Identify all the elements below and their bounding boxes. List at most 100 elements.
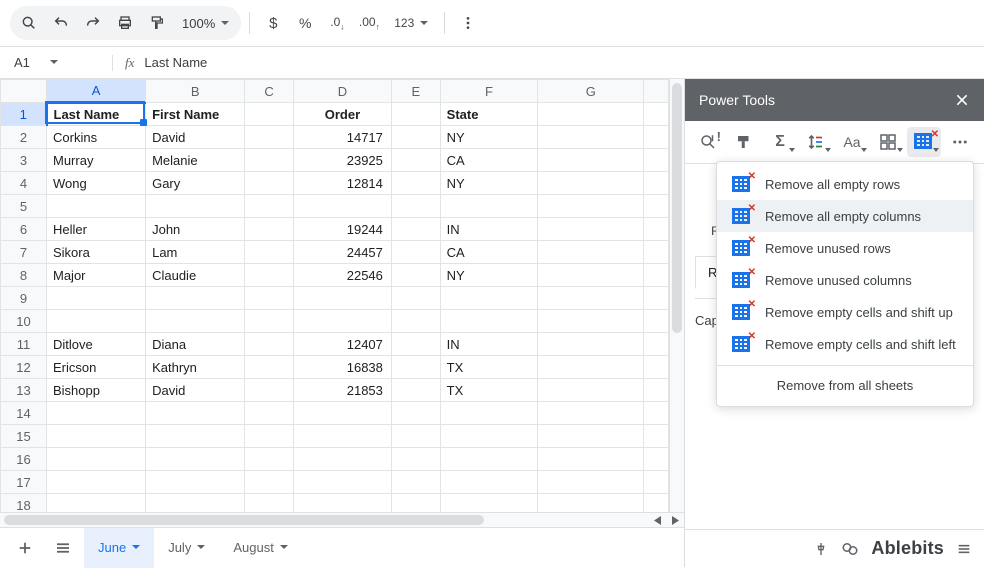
dd-item[interactable]: ✕ Remove all empty rows [717, 168, 973, 200]
row-header-12[interactable]: 12 [1, 356, 47, 379]
cell-F6[interactable]: IN [440, 218, 538, 241]
cell-E11[interactable] [391, 333, 440, 356]
smart-cleanup-tool[interactable]: ! [691, 127, 725, 157]
cell-end14[interactable] [644, 402, 669, 425]
cell-B7[interactable]: Lam [146, 241, 245, 264]
row-header-16[interactable]: 16 [1, 448, 47, 471]
cell-C16[interactable] [245, 448, 294, 471]
cell-E15[interactable] [391, 425, 440, 448]
column-header-B[interactable]: B [146, 80, 245, 103]
cell-F16[interactable] [440, 448, 538, 471]
cell-F18[interactable] [440, 494, 538, 513]
cell-G5[interactable] [538, 195, 644, 218]
cell-D14[interactable] [294, 402, 392, 425]
cell-B14[interactable] [146, 402, 245, 425]
row-header-3[interactable]: 3 [1, 149, 47, 172]
cell-E4[interactable] [391, 172, 440, 195]
cell-F3[interactable]: CA [440, 149, 538, 172]
cell-B5[interactable] [146, 195, 245, 218]
cell-B15[interactable] [146, 425, 245, 448]
text-case-tool[interactable]: Aa [835, 127, 869, 157]
row-header-17[interactable]: 17 [1, 471, 47, 494]
cell-end9[interactable] [644, 287, 669, 310]
row-header-8[interactable]: 8 [1, 264, 47, 287]
cell-E1[interactable] [391, 103, 440, 126]
row-header-15[interactable]: 15 [1, 425, 47, 448]
cell-end1[interactable] [644, 103, 669, 126]
cell-C12[interactable] [245, 356, 294, 379]
cell-G14[interactable] [538, 402, 644, 425]
cell-C18[interactable] [245, 494, 294, 513]
cell-E10[interactable] [391, 310, 440, 333]
column-header-A[interactable]: A [47, 80, 146, 103]
number-format-dropdown[interactable]: 123 [386, 8, 436, 38]
cell-B6[interactable]: John [146, 218, 245, 241]
cell-G1[interactable] [538, 103, 644, 126]
close-panel-button[interactable] [954, 92, 970, 108]
cell-E16[interactable] [391, 448, 440, 471]
cell-F5[interactable] [440, 195, 538, 218]
redo-button[interactable] [78, 8, 108, 38]
cell-end17[interactable] [644, 471, 669, 494]
cell-G17[interactable] [538, 471, 644, 494]
cell-G4[interactable] [538, 172, 644, 195]
cell-D16[interactable] [294, 448, 392, 471]
cell-end8[interactable] [644, 264, 669, 287]
cell-F14[interactable] [440, 402, 538, 425]
row-header-4[interactable]: 4 [1, 172, 47, 195]
cell-A16[interactable] [47, 448, 146, 471]
cell-F8[interactable]: NY [440, 264, 538, 287]
column-header-end[interactable] [644, 80, 669, 103]
cell-G13[interactable] [538, 379, 644, 402]
cell-C15[interactable] [245, 425, 294, 448]
cell-A2[interactable]: Corkins [47, 126, 146, 149]
cell-A18[interactable] [47, 494, 146, 513]
cell-G9[interactable] [538, 287, 644, 310]
cell-A5[interactable] [47, 195, 146, 218]
decrease-decimal-button[interactable]: .0↓ [322, 8, 352, 38]
cell-C11[interactable] [245, 333, 294, 356]
row-header-1[interactable]: 1 [1, 103, 47, 126]
row-header-14[interactable]: 14 [1, 402, 47, 425]
cell-D18[interactable] [294, 494, 392, 513]
row-header-7[interactable]: 7 [1, 241, 47, 264]
cell-F15[interactable] [440, 425, 538, 448]
cell-B4[interactable]: Gary [146, 172, 245, 195]
column-header-D[interactable]: D [294, 80, 392, 103]
cell-C17[interactable] [245, 471, 294, 494]
paint-tool[interactable] [727, 127, 761, 157]
cell-A7[interactable]: Sikora [47, 241, 146, 264]
panel-menu-icon[interactable] [956, 541, 972, 557]
cell-E7[interactable] [391, 241, 440, 264]
cell-F1[interactable]: State [440, 103, 538, 126]
cell-E18[interactable] [391, 494, 440, 513]
cell-G2[interactable] [538, 126, 644, 149]
cell-G11[interactable] [538, 333, 644, 356]
zoom-dropdown[interactable]: 100% [174, 8, 237, 38]
cell-F7[interactable]: CA [440, 241, 538, 264]
cell-A11[interactable]: Ditlove [47, 333, 146, 356]
column-header-G[interactable]: G [538, 80, 644, 103]
cell-end16[interactable] [644, 448, 669, 471]
cell-G16[interactable] [538, 448, 644, 471]
scroll-right-button[interactable] [666, 513, 684, 527]
cell-C10[interactable] [245, 310, 294, 333]
cell-G15[interactable] [538, 425, 644, 448]
cell-A13[interactable]: Bishopp [47, 379, 146, 402]
cell-G18[interactable] [538, 494, 644, 513]
cell-G10[interactable] [538, 310, 644, 333]
row-header-18[interactable]: 18 [1, 494, 47, 513]
dd-item[interactable]: ✕ Remove unused columns [717, 264, 973, 296]
cell-G7[interactable] [538, 241, 644, 264]
cell-end7[interactable] [644, 241, 669, 264]
row-header-2[interactable]: 2 [1, 126, 47, 149]
search-button[interactable] [14, 8, 44, 38]
sum-tool[interactable]: Σ [763, 127, 797, 157]
cell-E13[interactable] [391, 379, 440, 402]
cell-end6[interactable] [644, 218, 669, 241]
cell-F2[interactable]: NY [440, 126, 538, 149]
cell-E2[interactable] [391, 126, 440, 149]
print-button[interactable] [110, 8, 140, 38]
cell-A3[interactable]: Murray [47, 149, 146, 172]
cell-end5[interactable] [644, 195, 669, 218]
